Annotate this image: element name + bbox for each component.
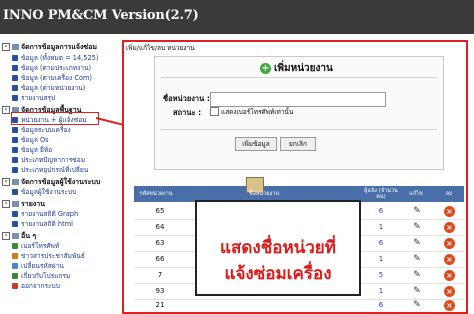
phone-icon [12, 242, 18, 249]
news-icon [12, 252, 18, 259]
bullet-icon [12, 54, 18, 61]
edit-icon[interactable]: ✎ [412, 222, 422, 232]
sidebar-item-problem-type[interactable]: ประเภทปัญหาการซ่อม [12, 155, 85, 164]
sidebar-item-phone[interactable]: เบอร์โทรศัพท์ [12, 241, 59, 250]
cancel-button[interactable]: ยกเลิก [280, 137, 316, 151]
sidebar-item-about[interactable]: เกี่ยวกับโปรแกรม [12, 271, 70, 280]
sidebar-item-logout[interactable]: ออกจากระบบ [12, 281, 60, 290]
sidebar-item-brand[interactable]: ข้อมูล ยี่ห้อ [12, 145, 52, 154]
reporter-count-link[interactable]: 6 [374, 239, 388, 247]
bullet-icon [12, 188, 18, 195]
delete-icon[interactable]: × [444, 270, 455, 281]
info-icon [12, 272, 18, 279]
logout-icon [12, 282, 18, 289]
name-label: ชื่อหน่วยงาน : [163, 94, 210, 103]
phone-only-label: แสดงเบอร์โทรศัพท์เท่านั้น [221, 108, 294, 116]
bullet-icon [12, 146, 18, 153]
sidebar-item-news[interactable]: ข่าวสารประชาสัมพันธ์ [12, 251, 85, 260]
folder-icon [12, 179, 19, 185]
sidebar-item-by-type[interactable]: ข้อมูล (ตามประเภทงาน) [12, 63, 91, 72]
breadcrumb: เพิ่ม/แก้ไข/ลบ หน่วยงาน [126, 44, 195, 52]
app-title: INNO PM&CM Version(2.7) [3, 8, 199, 23]
delete-icon[interactable]: × [444, 254, 455, 265]
edit-icon[interactable]: ✎ [412, 270, 422, 280]
status-label: สถานะ : [173, 108, 202, 117]
form-title: + เพิ่มหน่วยงาน [260, 63, 333, 74]
add-icon: + [260, 63, 271, 74]
col-delete: ลบ [445, 191, 453, 197]
collapse-icon[interactable]: - [2, 200, 10, 208]
add-department-form: + เพิ่มหน่วยงาน ชื่อหน่วยงาน : สถานะ : แ… [154, 56, 444, 170]
app-title-bar: INNO PM&CM Version(2.7) [0, 0, 474, 34]
department-name-input[interactable] [210, 92, 386, 107]
delete-icon[interactable]: × [444, 222, 455, 233]
bullet-icon [12, 156, 18, 163]
table-row: 21 6 ✎ × [134, 298, 464, 311]
bullet-icon [12, 220, 18, 227]
collapse-icon[interactable]: - [2, 178, 10, 186]
reporter-count-link[interactable]: 6 [374, 207, 388, 215]
edit-icon[interactable]: ✎ [412, 238, 422, 248]
bullet-icon [12, 126, 18, 133]
divider [161, 77, 437, 78]
delete-icon[interactable]: × [444, 286, 455, 297]
col-edit: แก้ไข [409, 191, 423, 197]
bullet-icon [12, 136, 18, 143]
sidebar-section-repair[interactable]: - จัดการข้อมูลการแจ้งซ่อม [2, 42, 97, 52]
sidebar-item-by-department[interactable]: ข้อมูล (ตามหน่วยงาน) [12, 83, 85, 92]
bullet-icon [12, 74, 18, 81]
folder-icon [12, 201, 19, 207]
edit-icon[interactable]: ✎ [412, 286, 422, 296]
sidebar-item-user-data[interactable]: ข้อมูลผู้ใช้งานระบบ [12, 187, 76, 196]
delete-icon[interactable]: × [444, 206, 455, 217]
bullet-icon [12, 210, 18, 217]
reporter-count-link[interactable]: 1 [374, 255, 388, 263]
sidebar-item-by-com[interactable]: ข้อมูล (ตามเครื่อง Com) [12, 73, 92, 82]
collapse-icon[interactable]: - [2, 43, 10, 51]
annotation-line-1: แสดงชื่อหน่วยที่ [220, 238, 336, 258]
reporter-count-link[interactable]: 1 [374, 287, 388, 295]
delete-icon[interactable]: × [444, 300, 455, 311]
sidebar-item-machine[interactable]: ข้อมูลระบบเครื่อง [12, 125, 71, 134]
reporter-count-link[interactable]: 5 [374, 271, 388, 279]
bullet-icon [12, 64, 18, 71]
highlight-box [11, 112, 99, 125]
delete-icon[interactable]: × [444, 238, 455, 249]
edit-icon[interactable]: ✎ [412, 206, 422, 216]
sidebar-item-os[interactable]: ข้อมูล Os [12, 135, 49, 144]
bullet-icon [12, 94, 18, 101]
reporter-count-link[interactable]: 6 [374, 301, 388, 309]
edit-icon[interactable]: ✎ [412, 300, 422, 310]
annotation-line-2: แจ้งซ่อมเครื่อง [224, 264, 332, 284]
phone-only-checkbox[interactable] [210, 107, 219, 116]
sidebar-item-change-password[interactable]: เปลี่ยนรหัสผ่าน [12, 261, 64, 270]
sidebar-item-report-html[interactable]: รายงานสถิติ html [12, 219, 73, 228]
sidebar-item-all[interactable]: ข้อมูล (ทั้งหมด = 14,525) [12, 53, 98, 62]
collapse-icon[interactable]: - [2, 232, 10, 240]
key-icon [12, 262, 18, 269]
sidebar-item-summary[interactable]: รายงานสรุป [12, 93, 55, 102]
annotation-callout: แสดงชื่อหน่วยที่ แจ้งซ่อมเครื่อง [195, 200, 361, 296]
col-count: ผู้แจ้ง (จำนวนคน) [364, 188, 398, 200]
collapse-icon[interactable]: - [2, 106, 10, 114]
col-code: รหัสหน่วยงาน [139, 191, 173, 197]
folder-icon [12, 44, 19, 50]
folder-icon [12, 233, 19, 239]
sidebar-item-part-type[interactable]: ประเภทอุปกรณ์ที่เปลี่ยน [12, 165, 88, 174]
bullet-icon [12, 84, 18, 91]
sidebar: - จัดการข้อมูลการแจ้งซ่อม ข้อมูล (ทั้งหมด… [0, 38, 120, 314]
bullet-icon [12, 166, 18, 173]
add-button[interactable]: เพิ่มข้อมูล [235, 137, 277, 151]
divider [161, 129, 437, 130]
sidebar-item-report-graph[interactable]: รายงานสถิติ Graph [12, 209, 78, 218]
reporter-count-link[interactable]: 1 [374, 223, 388, 231]
edit-icon[interactable]: ✎ [412, 254, 422, 264]
